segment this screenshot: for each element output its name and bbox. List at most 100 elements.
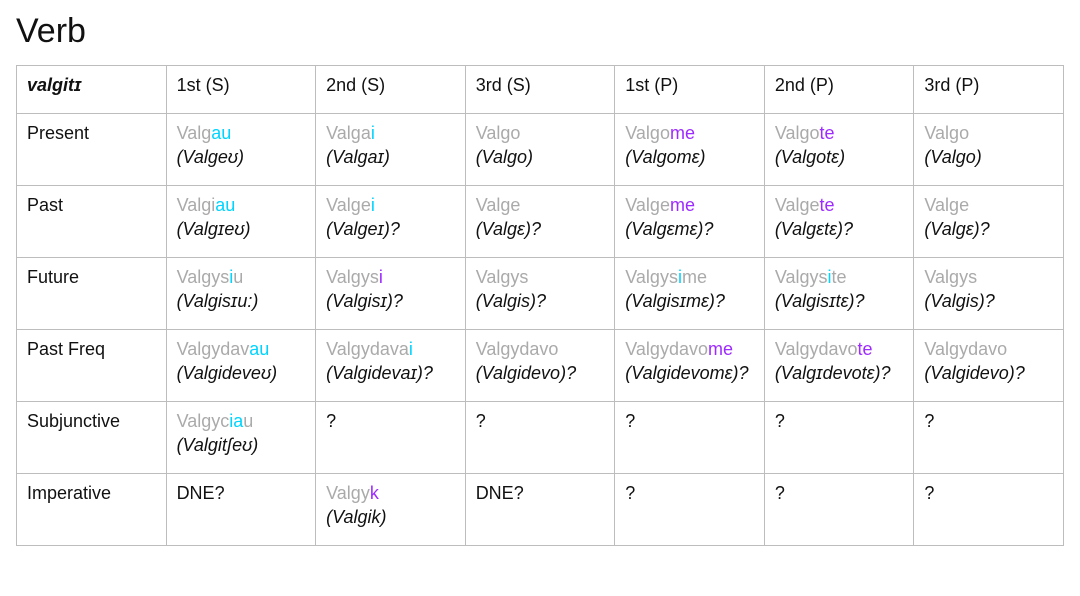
ipa-transcription: (Valgɛtɛ)? [775, 218, 904, 241]
ipa-transcription: (Valgidevomɛ)? [625, 362, 754, 385]
word-highlight: te [820, 195, 835, 215]
word-stem: Valgo [924, 123, 969, 143]
table-row: SubjunctiveValgyciau(Valgitʃeʊ)????? [17, 401, 1064, 473]
word-stem: Valgo [625, 123, 670, 143]
word-stem: Valgi [177, 195, 216, 215]
table-row: FutureValgysiu(Valgisɪu:)Valgysi(Valgisɪ… [17, 257, 1064, 329]
conjugation-cell: Valgai (Valgaɪ) [316, 113, 466, 185]
ipa-transcription: (Valgɪeʊ) [177, 218, 306, 241]
word-highlight: i [409, 339, 413, 359]
ipa-transcription: (Valgisɪtɛ)? [775, 290, 904, 313]
table-row: ImperativeDNE?Valgyk(Valgik)DNE???? [17, 473, 1064, 545]
conjugation-cell: Valgo (Valgo) [914, 113, 1064, 185]
ipa-transcription: (Valgomɛ) [625, 146, 754, 169]
table-row: Past FreqValgydavau(Valgideveʊ)Valgydava… [17, 329, 1064, 401]
ipa-transcription: (Valgeɪ)? [326, 218, 455, 241]
word-stem: Valgy [326, 483, 370, 503]
ipa-transcription: (Valgotɛ) [775, 146, 904, 169]
conjugation-cell: Valgete (Valgɛtɛ)? [764, 185, 914, 257]
ipa-transcription: (Valgɛ)? [924, 218, 1053, 241]
ipa-transcription: (Valgɛmɛ)? [625, 218, 754, 241]
word-stem: Valga [326, 123, 371, 143]
conjugation-cell: Valgote (Valgotɛ) [764, 113, 914, 185]
word-stem: Valgys [775, 267, 828, 287]
ipa-transcription: (Valgisɪmɛ)? [625, 290, 754, 313]
word-highlight: i [371, 195, 375, 215]
conjugation-cell: ? [764, 401, 914, 473]
ipa-transcription: (Valgo) [924, 146, 1053, 169]
table-row: PresentValgau(Valgeʊ) Valgai (Valgaɪ) Valgo… [17, 113, 1064, 185]
conjugation-cell: DNE? [465, 473, 615, 545]
conjugation-cell: Valgyciau(Valgitʃeʊ) [166, 401, 316, 473]
word-stem: Valgo [775, 123, 820, 143]
ipa-transcription: (Valgidevo)? [924, 362, 1053, 385]
col-header: 2nd (S) [316, 66, 466, 114]
word-suffix: u [243, 411, 253, 431]
word-highlight: au [215, 195, 235, 215]
conjugation-cell: Valgydavau (Valgideveʊ) [166, 329, 316, 401]
word-stem: Valgys [326, 267, 379, 287]
word-stem: Valge [476, 195, 521, 215]
conjugation-cell: Valgysi(Valgisɪ)? [316, 257, 466, 329]
conjugation-cell: ? [316, 401, 466, 473]
col-header: 1st (S) [166, 66, 316, 114]
word-stem: Valge [625, 195, 670, 215]
word-stem: Valge [775, 195, 820, 215]
ipa-transcription: (Valgɪdevotɛ)? [775, 362, 904, 385]
word-highlight: i [371, 123, 375, 143]
word-highlight: k [370, 483, 379, 503]
word-stem: Valgys [476, 267, 529, 287]
conjugation-cell: Valgys (Valgis)? [465, 257, 615, 329]
col-header: 3rd (S) [465, 66, 615, 114]
ipa-transcription: (Valgideveʊ) [177, 362, 306, 385]
word-suffix: me [682, 267, 707, 287]
conjugation-cell: Valgydavote(Valgɪdevotɛ)? [764, 329, 914, 401]
word-suffix: u [233, 267, 243, 287]
word-highlight: au [249, 339, 269, 359]
conjugation-cell: Valgysite(Valgisɪtɛ)? [764, 257, 914, 329]
row-header: Future [17, 257, 167, 329]
conjugation-cell: ? [615, 473, 765, 545]
row-header: Past Freq [17, 329, 167, 401]
table-corner: valgitɪ [17, 66, 167, 114]
word-stem: Valgys [924, 267, 977, 287]
conjugation-cell: Valgydavo (Valgidevo)? [914, 329, 1064, 401]
conjugation-cell: ? [914, 473, 1064, 545]
ipa-transcription: (Valgo) [476, 146, 605, 169]
conjugation-cell: ? [465, 401, 615, 473]
word-stem: Valgydavo [924, 339, 1007, 359]
conjugation-cell: Valge (Valgɛ)? [465, 185, 615, 257]
conjugation-cell: Valgei (Valgeɪ)? [316, 185, 466, 257]
col-header: 2nd (P) [764, 66, 914, 114]
ipa-transcription: (Valgɛ)? [476, 218, 605, 241]
table-row: PastValgiau(Valgɪeʊ)Valgei(Valgeɪ)?Valge… [17, 185, 1064, 257]
word-highlight: i [379, 267, 383, 287]
word-stem: Valgydava [326, 339, 409, 359]
conjugation-cell: Valgydavome(Valgidevomɛ)? [615, 329, 765, 401]
word-stem: Valgydavo [476, 339, 559, 359]
conjugation-cell: Valge(Valgɛ)? [914, 185, 1064, 257]
conjugation-cell: ? [764, 473, 914, 545]
ipa-transcription: (Valgidevaɪ)? [326, 362, 455, 385]
word-highlight: te [858, 339, 873, 359]
ipa-transcription: (Valgisɪu:) [177, 290, 306, 313]
ipa-transcription: (Valgaɪ) [326, 146, 455, 169]
word-stem: Valgys [625, 267, 678, 287]
word-highlight: te [820, 123, 835, 143]
conjugation-cell: Valgau(Valgeʊ) [166, 113, 316, 185]
conjugation-cell: ? [615, 401, 765, 473]
ipa-transcription: (Valgidevo)? [476, 362, 605, 385]
conjugation-cell: Valgydavai (Valgidevaɪ)? [316, 329, 466, 401]
word-stem: Valge [326, 195, 371, 215]
word-highlight: me [670, 123, 695, 143]
ipa-transcription: (Valgis)? [476, 290, 605, 313]
page-title: Verb [16, 12, 1064, 51]
row-header: Present [17, 113, 167, 185]
conjugation-cell: Valgysime(Valgisɪmɛ)? [615, 257, 765, 329]
ipa-transcription: (Valgis)? [924, 290, 1053, 313]
conjugation-cell: Valgys (Valgis)? [914, 257, 1064, 329]
word-stem: Valgydav [177, 339, 250, 359]
col-header: 1st (P) [615, 66, 765, 114]
word-highlight: ia [229, 411, 243, 431]
conjugation-cell: Valgome (Valgomɛ) [615, 113, 765, 185]
